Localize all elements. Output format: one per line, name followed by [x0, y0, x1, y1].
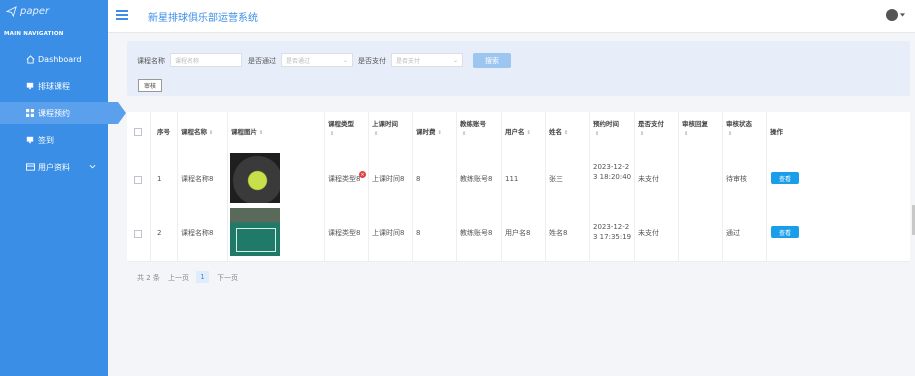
user-avatar[interactable]: [886, 9, 905, 21]
cell-status: 通过: [726, 229, 740, 237]
cell-coach-account: 教练账号8: [460, 229, 493, 237]
sidebar-item-user-profile[interactable]: 用户资料: [0, 156, 108, 178]
cell-booking-time: 2023-12-23 17:35:19: [593, 223, 632, 241]
home-icon: [25, 54, 35, 64]
pager-total: 共 2 条: [137, 274, 160, 282]
header-paid[interactable]: 是否支付 ⇕: [638, 120, 676, 139]
header-action: 操作: [770, 128, 783, 136]
cell-paid: 未支付: [638, 175, 659, 183]
search-button[interactable]: 搜索: [473, 53, 511, 68]
screen-icon: [25, 135, 35, 145]
cell-username: 用户名8: [505, 229, 531, 237]
cell-coach-account: 教练账号8: [460, 175, 493, 183]
header-booking-time[interactable]: 预约时间 ⇕: [593, 120, 631, 139]
select-all-checkbox[interactable]: [134, 128, 142, 136]
course-name-input[interactable]: 课程名称: [170, 53, 242, 67]
audit-button[interactable]: 审核: [138, 79, 162, 92]
chevron-down-icon: ⌄: [342, 57, 348, 64]
approved-select[interactable]: 是否通过 ⌄: [281, 53, 353, 67]
chevron-down-icon: ⌄: [452, 57, 458, 64]
cell-name: 姓名8: [549, 229, 568, 237]
row-checkbox[interactable]: [134, 230, 142, 238]
cell-booking-time: 2023-12-23 18:20:40: [593, 163, 632, 181]
paper-plane-icon: [6, 6, 17, 17]
course-image-tennis: [230, 153, 280, 203]
logo-text: paper: [20, 6, 50, 17]
caret-down-icon: [900, 13, 905, 17]
pager-next[interactable]: 下一页: [217, 273, 238, 283]
header-reply[interactable]: 审核回复 ⇕: [682, 120, 720, 139]
header-fee[interactable]: 课时费 ⇕: [416, 128, 442, 138]
chevron-down-icon: [89, 162, 96, 171]
cell-class-time: 上课时间8: [372, 175, 405, 183]
cell-index: 1: [157, 175, 162, 183]
cell-index: 2: [157, 229, 162, 237]
top-bar: 新星排球俱乐部运营系统: [108, 0, 915, 33]
app-logo[interactable]: paper: [6, 6, 49, 17]
paid-select[interactable]: 是否支付 ⌄: [391, 53, 463, 67]
course-name-label: 课程名称: [137, 57, 165, 65]
close-icon[interactable]: ×: [359, 171, 366, 178]
sidebar-item-dashboard[interactable]: Dashboard: [0, 48, 108, 70]
header-index: 序号: [157, 128, 170, 136]
header-name[interactable]: 姓名 ⇕: [549, 128, 568, 138]
header-course-image[interactable]: 课程图片 ⇕: [231, 128, 263, 138]
sidebar-item-label: 课程预约: [38, 108, 70, 118]
nav-heading: MAIN NAVIGATION: [4, 31, 64, 37]
paid-label: 是否支付: [358, 57, 386, 65]
view-button[interactable]: 查看: [771, 172, 799, 184]
sidebar-item-course-booking[interactable]: 课程预约: [0, 102, 126, 124]
pager-prev[interactable]: 上一页: [168, 273, 189, 283]
avatar-icon: [886, 9, 898, 21]
cell-course-type: 课程类型8: [328, 229, 361, 237]
cell-status: 待审核: [726, 175, 747, 183]
card-icon: [25, 162, 35, 172]
sidebar: paper MAIN NAVIGATION Dashboard 排球课程 课程预…: [0, 0, 126, 376]
header-status[interactable]: 审核状态 ⇕: [726, 120, 764, 139]
paid-placeholder: 是否支付: [396, 57, 421, 65]
row-checkbox[interactable]: [134, 176, 142, 184]
screen-icon: [25, 81, 35, 91]
filter-panel: [127, 41, 910, 96]
cell-name: 张三: [549, 175, 563, 183]
course-image-court: [230, 208, 280, 256]
header-course-type[interactable]: 课程类型 ⇕: [328, 120, 366, 139]
cell-course-type: 课程类型8: [328, 175, 361, 183]
cell-paid: 未支付: [638, 229, 659, 237]
sidebar-item-label: Dashboard: [38, 54, 82, 64]
header-course-name[interactable]: 课程名称 ⇕: [181, 128, 213, 138]
pager-current-page[interactable]: 1: [196, 271, 209, 283]
sidebar-item-volleyball-courses[interactable]: 排球课程: [0, 75, 108, 97]
view-button[interactable]: 查看: [771, 226, 799, 238]
sidebar-item-label: 签到: [38, 135, 54, 145]
sidebar-item-label: 用户资料: [38, 162, 70, 172]
approved-placeholder: 是否通过: [286, 57, 311, 65]
approved-label: 是否通过: [248, 57, 276, 65]
menu-toggle-icon[interactable]: [116, 10, 128, 20]
sidebar-item-label: 排球课程: [38, 81, 70, 91]
cell-fee: 8: [416, 175, 421, 183]
cell-fee: 8: [416, 229, 421, 237]
system-title: 新星排球俱乐部运营系统: [148, 13, 258, 24]
sidebar-item-checkin[interactable]: 签到: [0, 129, 108, 151]
cell-course-name: 课程名称8: [181, 175, 214, 183]
cell-course-name: 课程名称8: [181, 229, 214, 237]
grid-icon: [25, 108, 35, 118]
header-class-time[interactable]: 上课时间 ⇕: [372, 120, 410, 139]
header-username[interactable]: 用户名 ⇕: [505, 128, 531, 138]
cell-username: 111: [505, 175, 519, 183]
cell-class-time: 上课时间8: [372, 229, 405, 237]
header-coach-account[interactable]: 教练账号 ⇕: [460, 120, 498, 139]
